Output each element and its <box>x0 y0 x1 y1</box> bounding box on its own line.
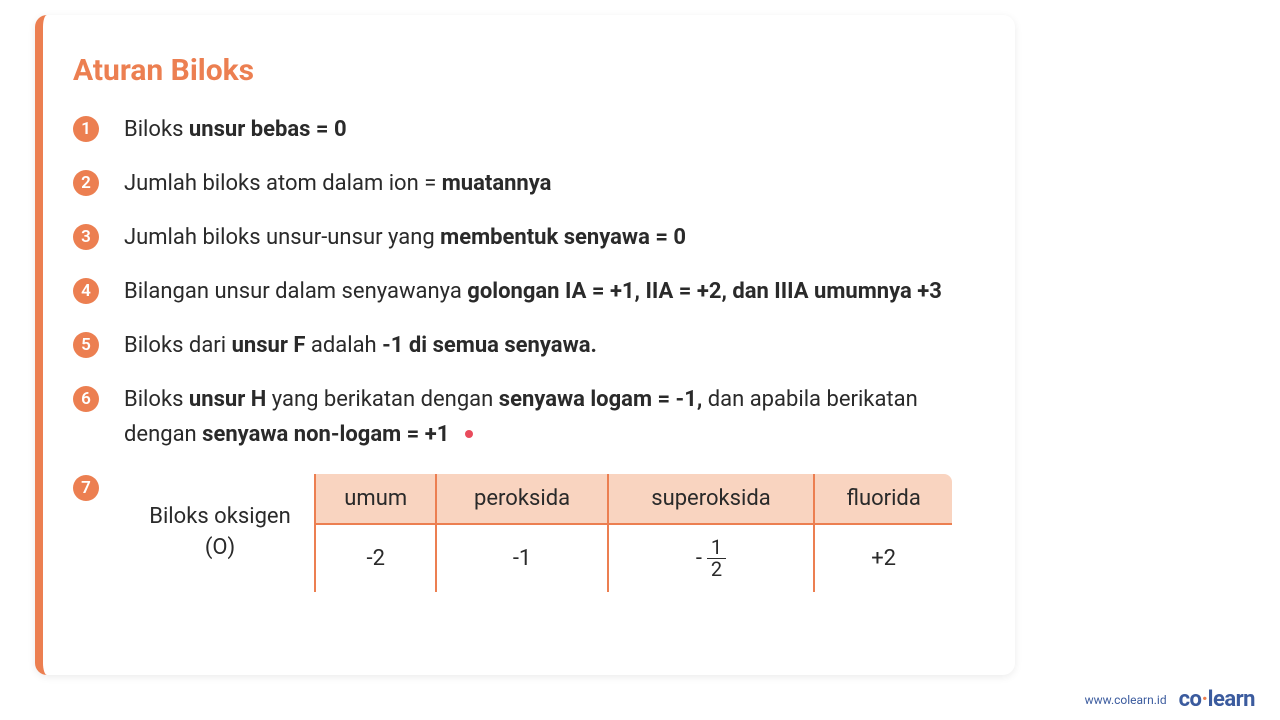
rule-1: 1 Biloks unsur bebas = 0 <box>73 113 970 147</box>
rule-4-text: Bilangan unsur dalam senyawanya golongan… <box>124 275 942 309</box>
badge-5: 5 <box>73 332 99 358</box>
col-umum: umum <box>315 473 436 524</box>
cursor-indicator-icon <box>465 430 473 438</box>
rule-6-text: Biloks unsur H yang berikatan dengan sen… <box>124 383 970 451</box>
badge-4: 4 <box>73 278 99 304</box>
badge-2: 2 <box>73 170 99 196</box>
badge-7: 7 <box>73 475 99 501</box>
brand-logo: co·learn <box>1179 687 1255 712</box>
rule-2: 2 Jumlah biloks atom dalam ion = muatann… <box>73 167 970 201</box>
lesson-card: Aturan Biloks 1 Biloks unsur bebas = 0 2… <box>35 15 1015 675</box>
oxygen-biloks-table: Biloks oksigen (O) umum peroksida supero… <box>124 472 954 594</box>
footer: www.colearn.id co·learn <box>1085 687 1255 712</box>
footer-url: www.colearn.id <box>1085 693 1167 707</box>
rule-4: 4 Bilangan unsur dalam senyawanya golong… <box>73 275 970 309</box>
col-superoksida: superoksida <box>608 473 815 524</box>
page-title: Aturan Biloks <box>73 53 970 88</box>
rule-6: 6 Biloks unsur H yang berikatan dengan s… <box>73 383 970 451</box>
badge-3: 3 <box>73 224 99 250</box>
val-fluorida: +2 <box>814 524 953 593</box>
badge-6: 6 <box>73 386 99 412</box>
table-row-header: Biloks oksigen (O) <box>125 473 315 593</box>
rule-5-text: Biloks dari unsur F adalah -1 di semua s… <box>124 329 597 363</box>
oxygen-table-wrap: Biloks oksigen (O) umum peroksida supero… <box>124 472 970 594</box>
rule-1-text: Biloks unsur bebas = 0 <box>124 113 347 147</box>
rule-5: 5 Biloks dari unsur F adalah -1 di semua… <box>73 329 970 363</box>
rule-2-text: Jumlah biloks atom dalam ion = muatannya <box>124 167 551 201</box>
badge-1: 1 <box>73 116 99 142</box>
rule-3: 3 Jumlah biloks unsur-unsur yang membent… <box>73 221 970 255</box>
rule-3-text: Jumlah biloks unsur-unsur yang membentuk… <box>124 221 686 255</box>
val-peroksida: -1 <box>436 524 607 593</box>
col-fluorida: fluorida <box>814 473 953 524</box>
col-peroksida: peroksida <box>436 473 607 524</box>
rule-7: 7 Biloks oksigen (O) umum peroksida supe… <box>73 472 970 594</box>
val-superoksida: - 1 2 <box>608 524 815 593</box>
val-umum: -2 <box>315 524 436 593</box>
fraction-half: 1 2 <box>707 537 726 580</box>
